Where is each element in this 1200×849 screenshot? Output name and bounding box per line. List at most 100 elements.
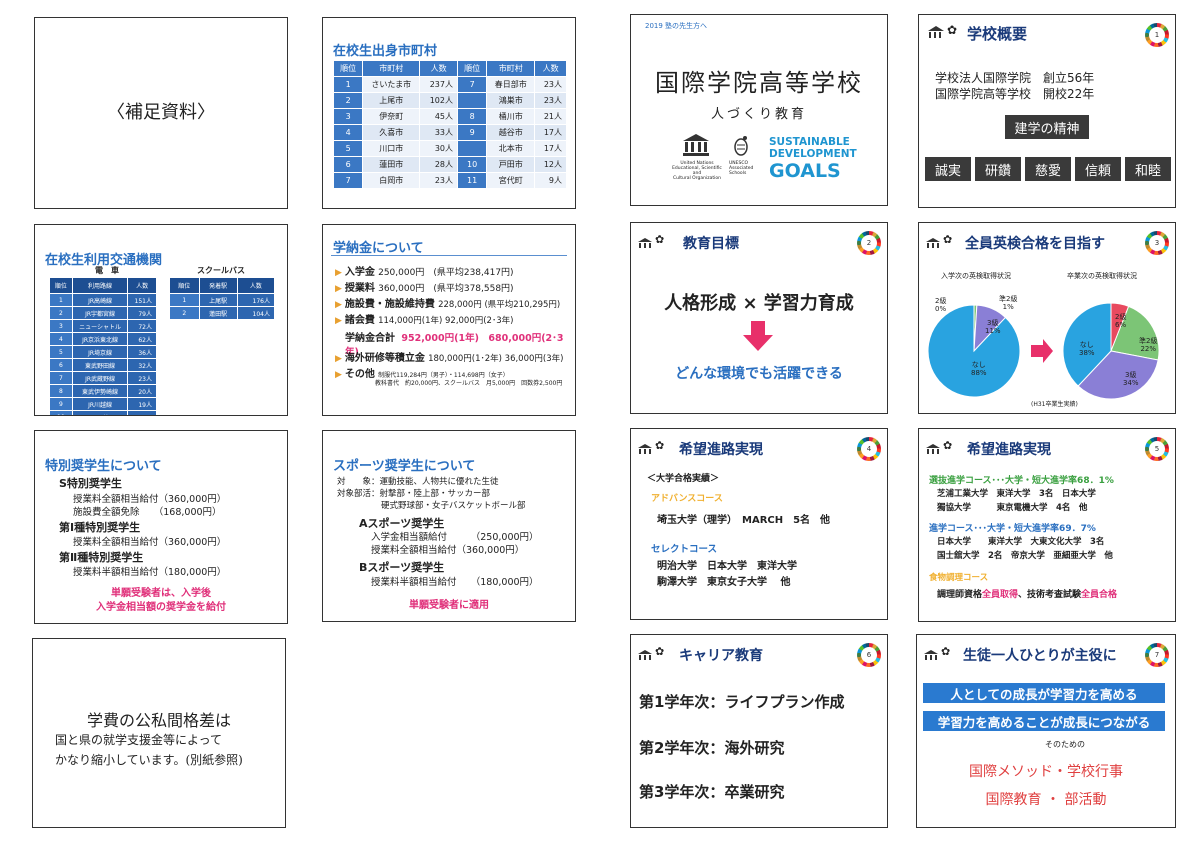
table-row: 10その他11人 (49, 410, 157, 415)
col-city: 市町村 (486, 60, 536, 77)
fee-entrance: ▶ 入学金 250,000円 (県平均238,417円) (335, 267, 514, 278)
students-title: 生徒一人ひとりが主役に (963, 648, 1117, 664)
table-cell: 21人 (534, 108, 567, 125)
table-cell: 20人 (127, 384, 157, 398)
aso-icon: ✿ (941, 645, 951, 658)
table-cell: 6 (49, 358, 73, 372)
table-cell: 19人 (127, 397, 157, 411)
virtue-1: 誠実 (925, 157, 971, 181)
fee-overseas: ▶ 海外研修等積立金 180,000円(1･2年) 36,000円(3年) (335, 353, 564, 364)
k2-title: 第Ⅱ種特別奨学生 (59, 551, 144, 564)
table-row: 5 川口市 30人 北本市 17人 (332, 140, 567, 157)
s-scholar-l1: 授業料全額相当給付（360,000円） (73, 494, 227, 505)
sdg-wheel-icon: 4 (857, 437, 881, 461)
b-sports-l1: 授業料半額相当給付 （180,000円） (371, 577, 539, 588)
table-cell: 鴻巣市 (486, 92, 536, 109)
table-cell: 17人 (534, 124, 567, 141)
table-cell: 4 (49, 332, 73, 346)
scholar-note1: 単願受験者は、入学後 (111, 588, 211, 599)
advance-line: 埼玉大学（理学） MARCH 5名 他 (657, 515, 831, 526)
s-scholar-l2: 施設費全額免除 （168,000円） (73, 507, 222, 518)
course1-l2: 獨協大学 東京電機大学 4名 他 (937, 503, 1088, 513)
slide-supplement-title: 〈補足資料〉 (34, 17, 288, 209)
table-row: 4 久喜市 33人 9 越谷市 17人 (332, 124, 567, 141)
sports-l1: 対 象：運動技能、人物共に優れた生徒 (337, 477, 499, 487)
right-label-3kyu: 3級 34% (1123, 371, 1139, 387)
table-row: 1 JR高崎線 151人 (49, 293, 157, 307)
table-row: 6 蓮田市 28人 10 戸田市 12人 (332, 156, 567, 173)
career-y3: 第3学年次：卒業研究 (639, 783, 785, 801)
aso-text: UNESCO Associated Schools (729, 161, 754, 176)
table-cell: 9人 (534, 172, 567, 189)
course1-l1: 芝浦工業大学 東洋大学 3名 日本大学 (937, 489, 1096, 499)
slide-school-overview: ✿ 学校概要 1 学校法人国際学院 創立56年 国際学院高等学校 開校22年 建… (918, 14, 1176, 208)
table-cell: 32人 (127, 358, 157, 372)
overview-line2: 国際学院高等学校 開校22年 (935, 87, 1095, 101)
table-cell: 30人 (419, 140, 458, 157)
left-label-none: なし 88% (971, 361, 987, 377)
table-cell (456, 92, 488, 109)
a-sports-l1: 入学金相当額給付 （250,000円） (371, 532, 539, 543)
table-cell: 237人 (419, 76, 458, 93)
fee-dues: ▶ 諸会費 114,000円(1年) 92,000円(2･3年) (335, 315, 514, 326)
table-cell: 3 (49, 319, 73, 333)
goal-main: 人格形成 × 学習力育成 (664, 293, 854, 314)
scholar-note2: 入学金相当額の奨学金を給付 (96, 602, 226, 613)
table-row: 2 上尾市 102人 鴻巣市 23人 (332, 92, 567, 109)
table-cell: 4 (332, 124, 364, 141)
table-cell: 28人 (419, 156, 458, 173)
advance-course: アドバンスコース (651, 494, 723, 504)
aso-icon (731, 135, 751, 157)
course3-line: 調理師資格全員取得、技術考査試験全員合格 (937, 590, 1118, 600)
slide-students-first: ✿ 生徒一人ひとりが主役に 7 人としての成長が学習力を高める 学習力を高めるこ… (916, 634, 1176, 828)
virtue-2: 研鑽 (975, 157, 1021, 181)
overview-title: 学校概要 (967, 25, 1028, 43)
banner-1: 人としての成長が学習力を高める (923, 683, 1165, 703)
career-y1: 第1学年次：ライフプラン作成 (639, 693, 845, 711)
col-count: 人数 (419, 60, 458, 77)
red-line-2: 国際教育 ・ 部活動 (985, 792, 1107, 808)
virtue-3: 慈愛 (1025, 157, 1071, 181)
table-cell: 23人 (534, 76, 567, 93)
career-y2: 第2学年次：海外研究 (639, 739, 785, 757)
table-cell: 23人 (419, 172, 458, 189)
table-cell: 5 (332, 140, 364, 157)
slide-transport: 在校生利用交通機関 電 車 スクールバス 順位 利用路線 人数 1 JR高崎線 15… (34, 224, 288, 416)
table-cell: 1 (332, 76, 364, 93)
slide-scholarship: 特別奨学生について S特別奨学生 授業料全額相当給付（360,000円） 施設費… (34, 430, 288, 624)
goal-sub: どんな環境でも活躍できる (675, 366, 843, 382)
slide-career-education: ✿ キャリア教育 6 第1学年次：ライフプラン作成 第2学年次：海外研究 第3学… (630, 634, 888, 828)
slide-sports-scholarship: スポーツ奨学生について 対 象：運動技能、人物共に優れた生徒 対象部活：射撃部・… (322, 430, 576, 622)
bus-table: 順位 発着駅 人数 1 上尾駅 176人 2 蓮田駅 104人 (169, 277, 276, 320)
red-line-1: 国際メソッド・学校行事 (969, 764, 1123, 780)
slide-tuition-gap: 学費の公私間格差は 国と県の就学支援金等によって かなり縮小しています。(別紙参… (32, 638, 286, 828)
table-cell: 越谷市 (486, 124, 536, 141)
aso-icon: ✿ (947, 23, 958, 37)
results1-label: ＜大学合格実績＞ (647, 474, 720, 484)
table-cell: 川口市 (362, 140, 421, 157)
table-row: 9 JR川越線 19人 (49, 397, 157, 411)
col-rank: 順位 (456, 60, 488, 77)
cover-header: 2019 塾の先生方へ (645, 22, 708, 30)
table-row: 4 JR京浜東北線 62人 (49, 332, 157, 346)
col-rank: 順位 (332, 60, 364, 77)
virtue-5: 和睦 (1125, 157, 1171, 181)
train-label: 電 車 (95, 266, 119, 275)
train-table: 順位 利用路線 人数 1 JR高崎線 151人 2 JR宇都宮線 79人 3 ニューシャトル 7… (49, 277, 157, 415)
sonotame: そのための (1045, 740, 1085, 749)
table-cell: 上尾駅 (198, 293, 238, 307)
course2: 進学コース･･･大学・短大進学率69．7% (929, 524, 1096, 534)
aso-icon: ✿ (655, 439, 665, 452)
course2-l2: 国士舘大学 2名 帝京大学 亜細亜大学 他 (937, 551, 1113, 561)
virtue-4: 信頼 (1075, 157, 1121, 181)
career-title: キャリア教育 (679, 648, 763, 664)
table-row: 1 さいたま市 237人 7 春日部市 23人 (332, 76, 567, 93)
scholarship-title: 特別奨学生について (45, 459, 162, 474)
table-row: 7 JR武蔵野線 23人 (49, 371, 157, 385)
table-cell: 東武野田線 (71, 358, 129, 372)
unesco-icon (923, 647, 939, 660)
sdg-wheel-icon: 3 (1145, 231, 1169, 255)
slide-career-results-2: ✿ 希望進路実現 5 選抜進学コース･･･大学・短大進学率68．1% 芝浦工業大… (918, 428, 1176, 622)
table-cell: 7 (332, 172, 364, 189)
goal-title: 教育目標 (683, 236, 739, 252)
